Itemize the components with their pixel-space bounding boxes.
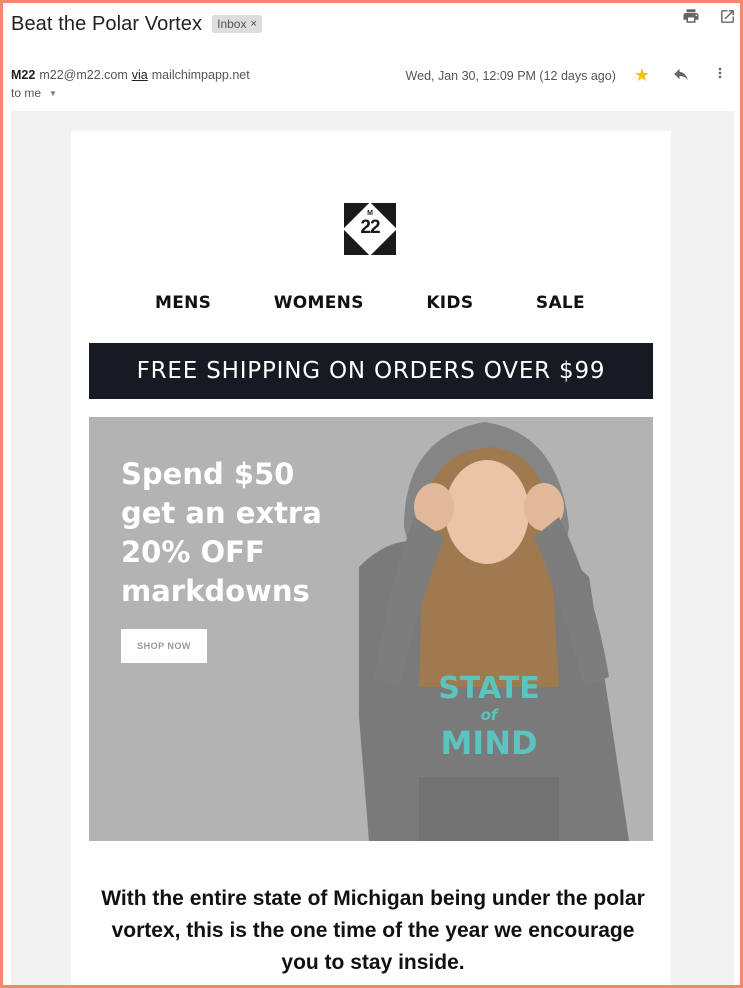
sender-actions: Wed, Jan 30, 12:09 PM (12 days ago) ★ bbox=[406, 65, 728, 86]
m22-logo[interactable]: M 22 bbox=[343, 202, 397, 256]
reply-icon[interactable] bbox=[672, 65, 690, 86]
recipients-toggle[interactable]: to me ▼ bbox=[11, 86, 57, 100]
hoodie-print: STATE of MIND bbox=[429, 671, 549, 763]
more-vert-icon[interactable] bbox=[712, 65, 728, 86]
remove-label-icon[interactable]: × bbox=[250, 18, 256, 30]
email-date: Wed, Jan 30, 12:09 PM (12 days ago) bbox=[405, 68, 616, 83]
hoodie-word-3: MIND bbox=[440, 724, 538, 762]
email-subject: Beat the Polar Vortex bbox=[11, 12, 203, 35]
inbox-label-text: Inbox bbox=[217, 17, 247, 31]
nav-womens[interactable]: WOMENS bbox=[274, 293, 364, 313]
sender-row: M22 m22@m22.com via mailchimpapp.net Wed… bbox=[11, 65, 728, 85]
nav-sale[interactable]: SALE bbox=[536, 293, 585, 313]
hero-line-1: Spend $50 bbox=[121, 457, 295, 491]
hoodie-word-1: STATE bbox=[438, 671, 540, 706]
sender-name[interactable]: M22 bbox=[11, 68, 35, 82]
inbox-label-chip[interactable]: Inbox × bbox=[212, 15, 262, 33]
logo-number: 22 bbox=[360, 217, 380, 238]
print-icon[interactable] bbox=[682, 7, 700, 25]
hero-headline: Spend $50 get an extra 20% OFF markdowns bbox=[121, 455, 322, 611]
email-view: Beat the Polar Vortex Inbox × M22 m22@m2… bbox=[0, 0, 743, 988]
chevron-down-icon: ▼ bbox=[49, 88, 57, 98]
newsletter-nav: MENS WOMENS KIDS SALE bbox=[155, 293, 585, 313]
recipients-text: to me bbox=[11, 86, 42, 100]
via-link[interactable]: via bbox=[132, 68, 148, 82]
logo-letter: M bbox=[367, 210, 373, 217]
newsletter-body-text: With the entire state of Michigan being … bbox=[101, 887, 645, 974]
top-actions bbox=[682, 7, 736, 25]
hero-line-4: markdowns bbox=[121, 574, 310, 608]
hero-line-2: get an extra bbox=[121, 496, 322, 530]
free-shipping-banner[interactable]: FREE SHIPPING ON ORDERS OVER $99 bbox=[89, 343, 653, 399]
star-icon[interactable]: ★ bbox=[634, 65, 650, 86]
subject-row: Beat the Polar Vortex Inbox × bbox=[11, 9, 730, 39]
shop-now-button[interactable]: SHOP NOW bbox=[121, 629, 207, 663]
hero-line-3: 20% OFF bbox=[121, 535, 265, 569]
hoodie-word-2: of bbox=[480, 706, 498, 724]
hero-banner[interactable]: STATE of MIND Spend $50 get an extra 20%… bbox=[89, 417, 653, 841]
sender-email: m22@m22.com bbox=[39, 68, 128, 82]
open-in-new-icon[interactable] bbox=[718, 7, 736, 25]
via-domain: mailchimpapp.net bbox=[151, 68, 250, 82]
nav-mens[interactable]: MENS bbox=[155, 293, 211, 313]
nav-kids[interactable]: KIDS bbox=[426, 293, 473, 313]
